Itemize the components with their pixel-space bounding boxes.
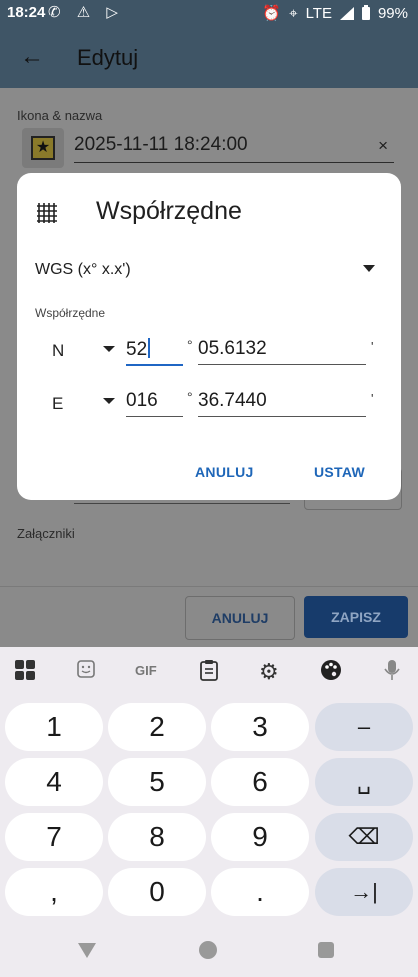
key-0[interactable]: 0 bbox=[108, 868, 206, 916]
back-arrow-icon[interactable]: ← bbox=[20, 43, 44, 71]
nav-back-icon[interactable] bbox=[78, 943, 96, 958]
clipboard-icon[interactable] bbox=[199, 659, 219, 687]
app-bar: ← Edytuj bbox=[0, 26, 418, 88]
key-9[interactable]: 9 bbox=[211, 813, 309, 861]
lat-degree-symbol: ° bbox=[187, 337, 193, 353]
grid-icon bbox=[37, 203, 57, 223]
attachments-label: Załączniki bbox=[17, 526, 75, 541]
nav-recents-icon[interactable] bbox=[318, 942, 334, 958]
star-icon: ★ bbox=[31, 136, 55, 160]
lon-degree-symbol: ° bbox=[187, 389, 193, 405]
divider bbox=[0, 586, 418, 587]
settings-icon[interactable]: ⚙ bbox=[259, 659, 279, 685]
background-field-line bbox=[74, 503, 290, 504]
lat-direction-dropdown-icon[interactable] bbox=[103, 346, 115, 352]
palette-icon[interactable] bbox=[320, 659, 342, 687]
lon-degrees-input[interactable]: 016 bbox=[126, 390, 183, 417]
battery-icon bbox=[361, 4, 370, 20]
lat-degrees-input[interactable]: 52 bbox=[126, 338, 183, 366]
mic-icon[interactable] bbox=[384, 659, 400, 687]
waypoint-icon-button[interactable]: ★ bbox=[22, 128, 64, 168]
text-cursor bbox=[148, 338, 151, 358]
alarm-icon: ⏰ bbox=[262, 5, 282, 22]
key-5[interactable]: 5 bbox=[108, 758, 206, 806]
apps-icon[interactable] bbox=[14, 659, 36, 687]
icon-name-label: Ikona & nazwa bbox=[17, 108, 103, 123]
coordinates-section-label: Współrzędne bbox=[35, 306, 106, 320]
status-bar: 18:24 ✆ ⚠ ▷ ⏰ ⌖ LTE 99% bbox=[0, 0, 418, 26]
system-nav-bar bbox=[0, 929, 418, 977]
form-save-button[interactable]: ZAPISZ bbox=[304, 596, 408, 638]
key-minus[interactable]: – bbox=[315, 703, 413, 751]
status-time: 18:24 bbox=[7, 4, 46, 21]
signal-icon bbox=[339, 6, 354, 20]
lat-degrees-value: 52 bbox=[126, 339, 148, 360]
key-backspace[interactable]: ⌫ bbox=[315, 813, 413, 861]
key-2[interactable]: 2 bbox=[108, 703, 206, 751]
key-comma[interactable]: , bbox=[5, 868, 103, 916]
key-8[interactable]: 8 bbox=[108, 813, 206, 861]
lat-direction[interactable]: N bbox=[52, 341, 64, 361]
clear-icon[interactable]: × bbox=[378, 136, 388, 156]
lon-direction[interactable]: E bbox=[52, 394, 63, 414]
format-select[interactable]: WGS (x° x.x') bbox=[35, 261, 131, 279]
numeric-keyboard: GIF ⚙ 1 2 3 – 4 5 6 ␣ 7 8 9 ⌫ , 0 . →| bbox=[0, 647, 418, 977]
lat-minutes-input[interactable]: 05.6132 bbox=[198, 338, 366, 365]
name-value: 2025-11-11 18:24:00 bbox=[74, 134, 248, 155]
notification-icons: ✆ ⚠ ▷ bbox=[48, 4, 124, 21]
key-4[interactable]: 4 bbox=[5, 758, 103, 806]
name-field[interactable]: 2025-11-11 18:24:00 × bbox=[74, 134, 394, 163]
battery-percent: 99% bbox=[377, 4, 408, 22]
lon-minute-symbol: ' bbox=[371, 391, 374, 406]
form-cancel-button[interactable]: ANULUJ bbox=[185, 596, 295, 640]
key-7[interactable]: 7 bbox=[5, 813, 103, 861]
dialog-cancel-button[interactable]: ANULUJ bbox=[195, 464, 254, 480]
lon-minutes-value: 36.7440 bbox=[198, 390, 267, 411]
sticker-icon[interactable] bbox=[76, 659, 96, 685]
lon-degrees-value: 016 bbox=[126, 390, 158, 411]
lon-direction-dropdown-icon[interactable] bbox=[103, 398, 115, 404]
key-1[interactable]: 1 bbox=[5, 703, 103, 751]
key-space[interactable]: ␣ bbox=[315, 758, 413, 806]
network-type: LTE bbox=[305, 4, 332, 22]
dialog-title: Współrzędne bbox=[96, 197, 242, 225]
lat-minutes-value: 05.6132 bbox=[198, 338, 267, 359]
key-tab[interactable]: →| bbox=[315, 868, 413, 916]
lon-minutes-input[interactable]: 36.7440 bbox=[198, 390, 366, 417]
key-3[interactable]: 3 bbox=[211, 703, 309, 751]
key-6[interactable]: 6 bbox=[211, 758, 309, 806]
gif-button[interactable]: GIF bbox=[135, 663, 157, 678]
location-icon: ⌖ bbox=[289, 4, 298, 22]
page-title: Edytuj bbox=[77, 45, 139, 70]
key-period[interactable]: . bbox=[211, 868, 309, 916]
keyboard-toolbar: GIF ⚙ bbox=[0, 647, 418, 695]
status-right: ⏰ ⌖ LTE 99% bbox=[262, 4, 408, 22]
lat-minute-symbol: ' bbox=[371, 339, 374, 354]
coordinates-dialog: Współrzędne WGS (x° x.x') Współrzędne N … bbox=[17, 173, 401, 500]
format-dropdown-icon[interactable] bbox=[363, 265, 375, 272]
nav-home-icon[interactable] bbox=[199, 941, 217, 959]
dialog-set-button[interactable]: USTAW bbox=[314, 464, 365, 480]
